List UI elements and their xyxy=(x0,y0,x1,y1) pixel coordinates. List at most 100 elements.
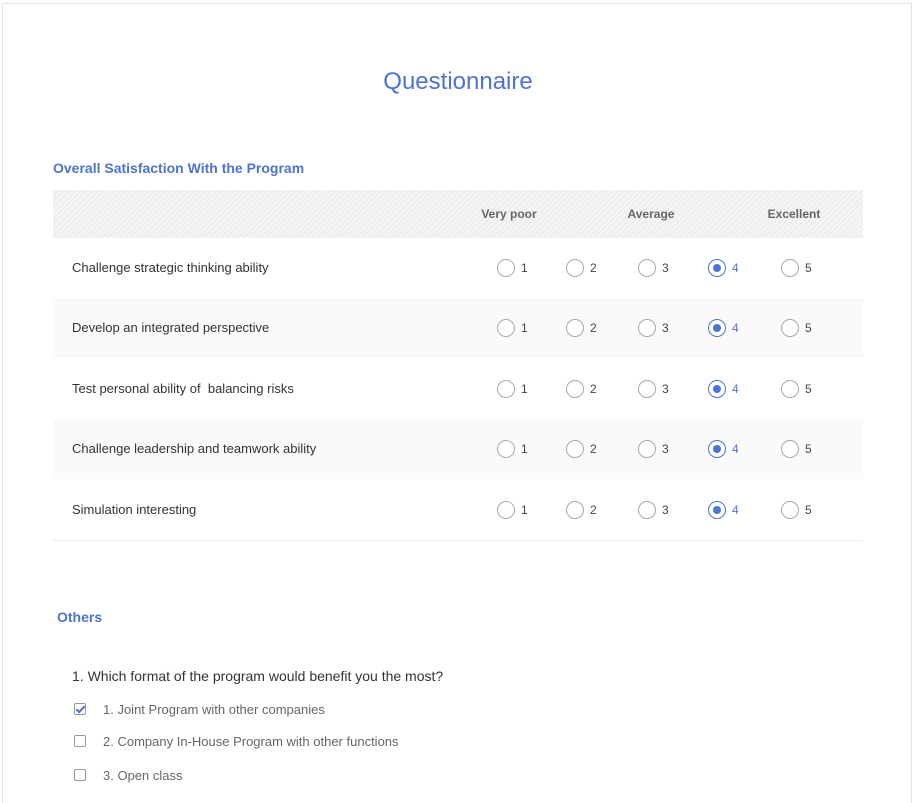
radio-label: 3 xyxy=(662,261,669,275)
rating-option-3[interactable]: 3 xyxy=(638,318,669,338)
rating-option-4[interactable]: 4 xyxy=(708,439,739,459)
rating-option-1[interactable]: 1 xyxy=(497,500,528,520)
radio-label: 5 xyxy=(805,503,812,517)
rating-option-3[interactable]: 3 xyxy=(638,439,669,459)
rating-option-2[interactable]: 2 xyxy=(566,379,597,399)
radio-button[interactable] xyxy=(566,501,584,519)
radio-button[interactable] xyxy=(781,440,799,458)
radio-label: 5 xyxy=(805,382,812,396)
radio-button[interactable] xyxy=(497,380,515,398)
scale-label-excellent: Excellent xyxy=(767,207,821,221)
radio-button[interactable] xyxy=(781,501,799,519)
rating-option-3[interactable]: 3 xyxy=(638,258,669,278)
rating-option-1[interactable]: 1 xyxy=(497,379,528,399)
radio-label: 3 xyxy=(662,503,669,517)
radio-button[interactable] xyxy=(638,501,656,519)
checkbox-option-in-house-program[interactable]: 2. Company In-House Program with other f… xyxy=(74,733,399,749)
rating-option-5[interactable]: 5 xyxy=(781,318,812,338)
radio-button[interactable] xyxy=(708,319,726,337)
radio-label: 4 xyxy=(732,321,739,335)
rating-option-5[interactable]: 5 xyxy=(781,379,812,399)
radio-label: 1 xyxy=(521,382,528,396)
rating-row-label: Challenge leadership and teamwork abilit… xyxy=(72,441,317,456)
radio-label: 5 xyxy=(805,442,812,456)
rating-option-5[interactable]: 5 xyxy=(781,258,812,278)
rating-option-2[interactable]: 2 xyxy=(566,439,597,459)
radio-label: 5 xyxy=(805,261,812,275)
radio-label: 2 xyxy=(590,321,597,335)
radio-label: 2 xyxy=(590,261,597,275)
rating-option-2[interactable]: 2 xyxy=(566,318,597,338)
checkbox-label: 2. Company In-House Program with other f… xyxy=(103,733,399,749)
radio-label: 3 xyxy=(662,382,669,396)
checkbox[interactable] xyxy=(74,735,86,747)
radio-button[interactable] xyxy=(497,501,515,519)
radio-label: 1 xyxy=(521,503,528,517)
page-title: Questionnaire xyxy=(383,68,533,95)
rating-row: Challenge strategic thinking ability 1 2 3 4… xyxy=(53,238,863,298)
rating-option-4[interactable]: 4 xyxy=(708,318,739,338)
radio-label: 2 xyxy=(590,442,597,456)
radio-button[interactable] xyxy=(708,259,726,277)
radio-button[interactable] xyxy=(497,259,515,277)
checkbox-option-open-class[interactable]: 3. Open class xyxy=(74,767,183,783)
rating-row: Challenge leadership and teamwork abilit… xyxy=(53,419,863,479)
checkbox-option-joint-program[interactable]: 1. Joint Program with other companies xyxy=(74,701,325,717)
checkbox-label: 3. Open class xyxy=(103,767,183,783)
rating-row-label: Challenge strategic thinking ability xyxy=(72,260,269,275)
checkbox-label: 1. Joint Program with other companies xyxy=(103,701,325,717)
radio-label: 5 xyxy=(805,321,812,335)
section-title-others: Others xyxy=(57,609,103,625)
radio-label: 1 xyxy=(521,321,528,335)
radio-button[interactable] xyxy=(781,380,799,398)
rating-row: Develop an integrated perspective 1 2 3 4 5 xyxy=(53,298,863,358)
radio-button[interactable] xyxy=(566,259,584,277)
rating-scale-header: Very poor Average Excellent xyxy=(53,190,863,238)
rating-option-2[interactable]: 2 xyxy=(566,258,597,278)
radio-button[interactable] xyxy=(638,259,656,277)
checkbox[interactable] xyxy=(74,703,86,715)
radio-button[interactable] xyxy=(638,440,656,458)
radio-button[interactable] xyxy=(708,440,726,458)
radio-button[interactable] xyxy=(781,319,799,337)
rating-row-label: Simulation interesting xyxy=(72,502,197,517)
checkbox[interactable] xyxy=(74,769,86,781)
rating-option-1[interactable]: 1 xyxy=(497,439,528,459)
section-title-satisfaction: Overall Satisfaction With the Program xyxy=(53,160,305,176)
question-format: 1. Which format of the program would ben… xyxy=(72,668,444,684)
radio-button[interactable] xyxy=(638,319,656,337)
rating-option-4[interactable]: 4 xyxy=(708,379,739,399)
rating-option-5[interactable]: 5 xyxy=(781,439,812,459)
radio-label: 3 xyxy=(662,442,669,456)
radio-label: 2 xyxy=(590,382,597,396)
rating-option-1[interactable]: 1 xyxy=(497,258,528,278)
radio-label: 3 xyxy=(662,321,669,335)
rating-row: Test personal ability of balancing risks… xyxy=(53,359,863,419)
radio-button[interactable] xyxy=(781,259,799,277)
radio-label: 2 xyxy=(590,503,597,517)
radio-button[interactable] xyxy=(708,501,726,519)
rating-option-3[interactable]: 3 xyxy=(638,379,669,399)
rating-option-4[interactable]: 4 xyxy=(708,500,739,520)
radio-button[interactable] xyxy=(497,440,515,458)
radio-button[interactable] xyxy=(708,380,726,398)
rating-option-5[interactable]: 5 xyxy=(781,500,812,520)
scale-label-average: Average xyxy=(627,207,675,221)
radio-label: 4 xyxy=(732,382,739,396)
scale-label-very-poor: Very poor xyxy=(481,207,537,221)
rating-option-2[interactable]: 2 xyxy=(566,500,597,520)
radio-label: 4 xyxy=(732,503,739,517)
rating-option-1[interactable]: 1 xyxy=(497,318,528,338)
radio-button[interactable] xyxy=(497,319,515,337)
radio-button[interactable] xyxy=(566,380,584,398)
radio-label: 4 xyxy=(732,261,739,275)
radio-label: 1 xyxy=(521,442,528,456)
radio-button[interactable] xyxy=(566,319,584,337)
rating-option-3[interactable]: 3 xyxy=(638,500,669,520)
radio-button[interactable] xyxy=(638,380,656,398)
radio-button[interactable] xyxy=(566,440,584,458)
rating-row-label: Test personal ability of balancing risks xyxy=(72,381,294,396)
rating-option-4[interactable]: 4 xyxy=(708,258,739,278)
radio-label: 4 xyxy=(732,442,739,456)
radio-label: 1 xyxy=(521,261,528,275)
